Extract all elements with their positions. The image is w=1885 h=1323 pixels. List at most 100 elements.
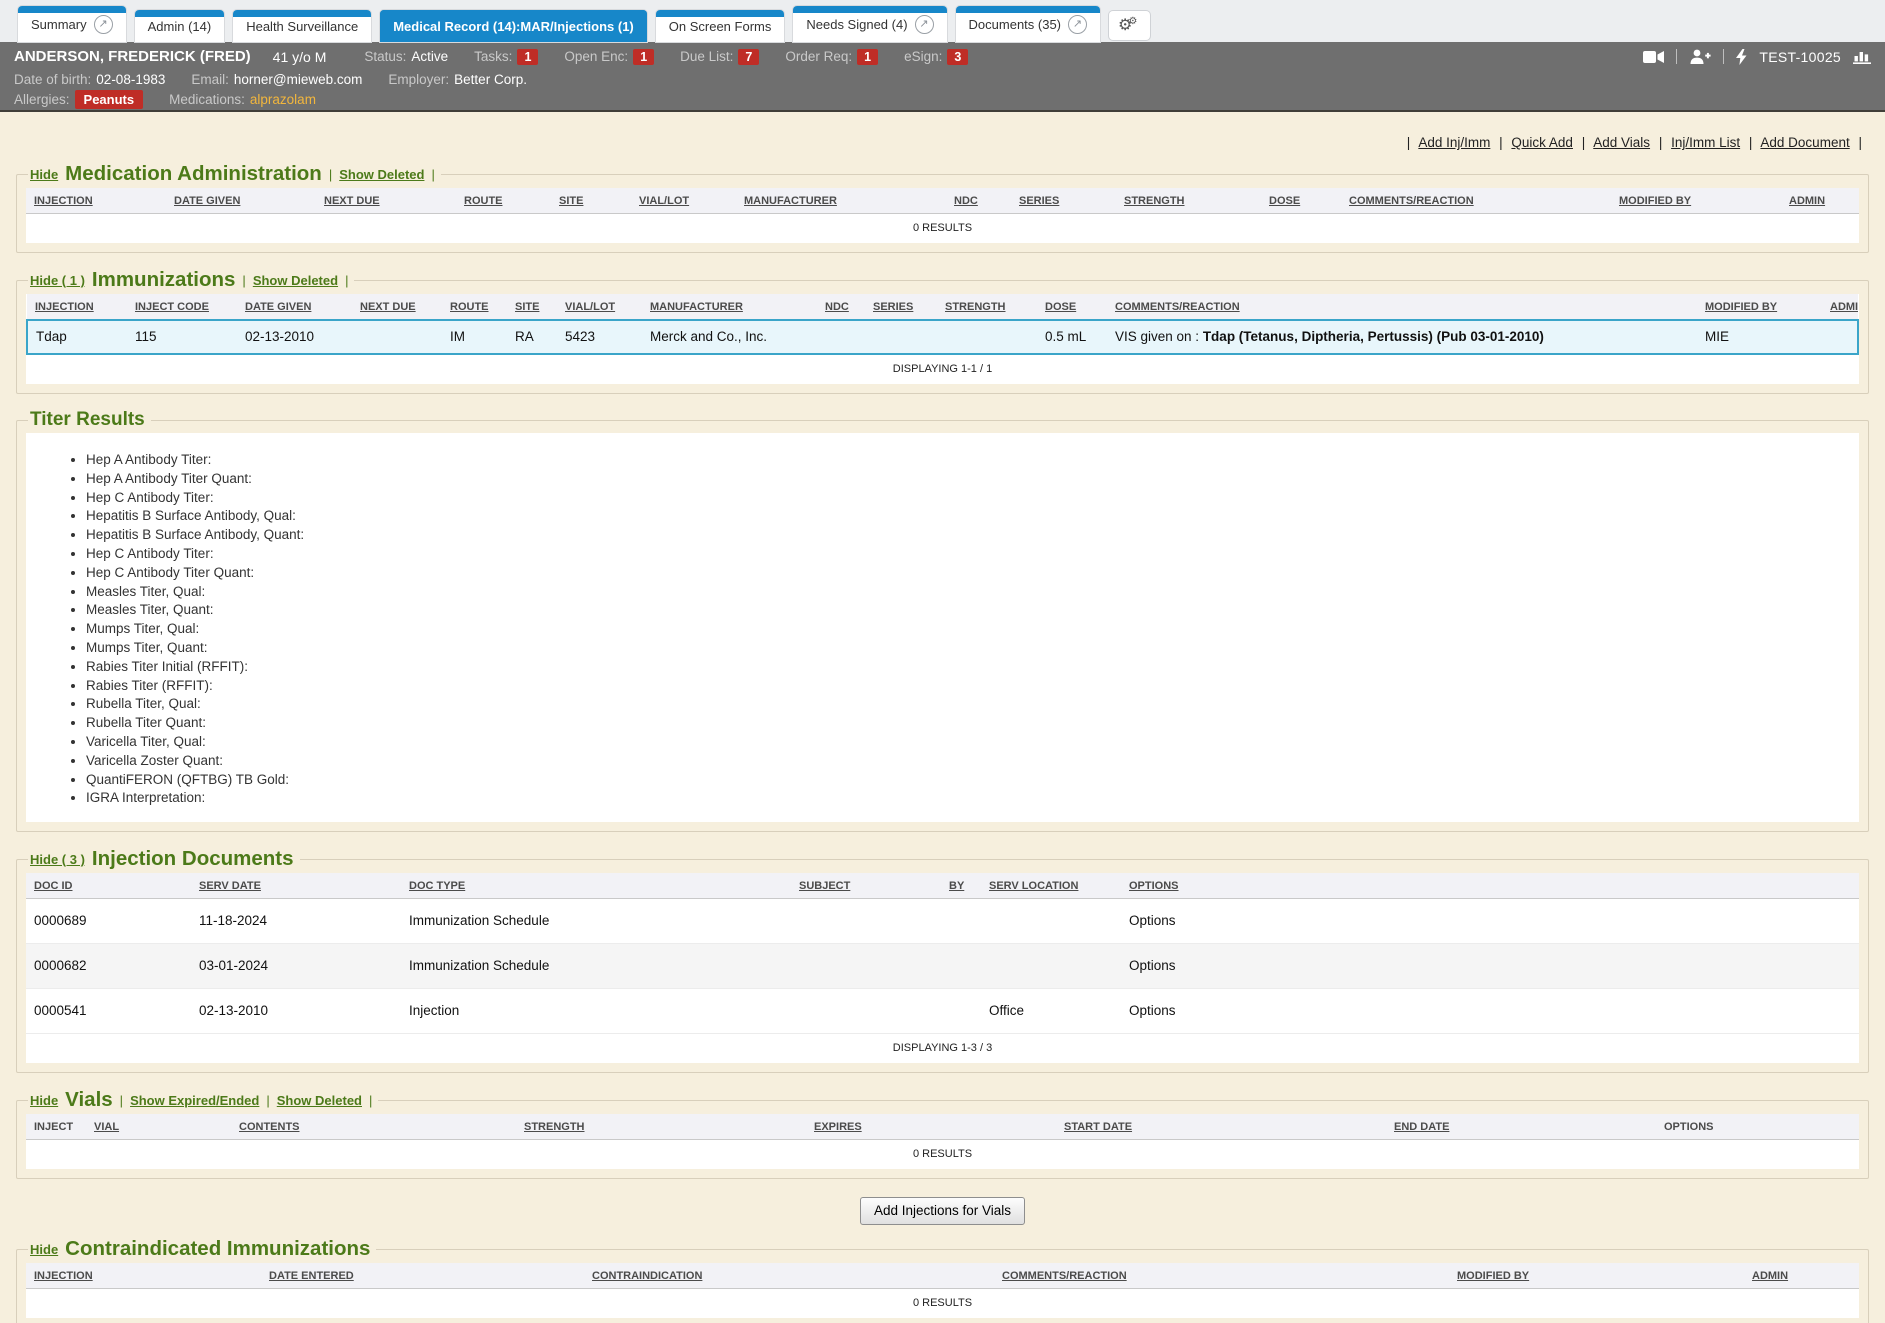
col-modified-by[interactable]: MODIFIED BY xyxy=(1697,294,1822,320)
col-inject-code[interactable]: INJECT CODE xyxy=(127,294,237,320)
tab-summary[interactable]: Summary ↗ xyxy=(18,6,126,42)
col-route[interactable]: ROUTE xyxy=(442,294,507,320)
col-series[interactable]: SERIES xyxy=(1011,188,1116,214)
col-end-date[interactable]: END DATE xyxy=(1386,1114,1656,1140)
col-site[interactable]: SITE xyxy=(551,188,631,214)
col-injection[interactable]: INJECTION xyxy=(26,188,166,214)
cell-date-given: 02-13-2010 xyxy=(237,320,352,354)
gear-small-icon: ⚙ xyxy=(1128,16,1137,27)
immunizations-show-deleted-link[interactable]: Show Deleted xyxy=(253,273,338,288)
add-person-icon[interactable] xyxy=(1689,49,1711,64)
bar-chart-icon[interactable] xyxy=(1853,49,1871,64)
col-manufacturer[interactable]: MANUFACTURER xyxy=(736,188,946,214)
lightning-bolt-icon[interactable] xyxy=(1736,49,1747,65)
immunization-row-tdap[interactable]: Tdap 115 02-13-2010 IM RA 5423 Merck and… xyxy=(27,320,1858,354)
allergy-badge[interactable]: Peanuts xyxy=(75,90,144,109)
col-ndc[interactable]: NDC xyxy=(817,294,865,320)
col-admin[interactable]: ADMIN xyxy=(1744,1263,1859,1289)
col-strength[interactable]: STRENGTH xyxy=(937,294,1037,320)
titer-list: Hep A Antibody Titer: Hep A Antibody Tit… xyxy=(86,451,1855,808)
col-vial-lot[interactable]: VIAL/LOT xyxy=(631,188,736,214)
col-route[interactable]: ROUTE xyxy=(456,188,551,214)
tab-admin[interactable]: Admin (14) xyxy=(135,10,225,42)
col-serv-date[interactable]: SERV DATE xyxy=(191,873,401,899)
vials-show-deleted-link[interactable]: Show Deleted xyxy=(277,1093,362,1108)
tasks-badge[interactable]: 1 xyxy=(517,49,538,65)
col-modified-by[interactable]: MODIFIED BY xyxy=(1611,188,1781,214)
order-req-badge[interactable]: 1 xyxy=(857,49,878,65)
quick-add-link[interactable]: Quick Add xyxy=(1511,135,1573,150)
esign-badge[interactable]: 3 xyxy=(947,49,968,65)
options-menu[interactable]: Options xyxy=(1121,899,1859,944)
add-injections-for-vials-button[interactable]: Add Injections for Vials xyxy=(860,1197,1025,1225)
employer-label: Employer: xyxy=(388,72,449,87)
tab-medical-record-active[interactable]: Medical Record (14):MAR/Injections (1) xyxy=(380,10,647,42)
medications-value[interactable]: alprazolam xyxy=(250,92,316,107)
tab-settings[interactable]: ⚙⚙ xyxy=(1109,11,1150,40)
injection-docs-hide-link[interactable]: Hide ( 3 ) xyxy=(30,852,85,867)
tab-health-surveillance[interactable]: Health Surveillance xyxy=(233,10,371,42)
vials-hide-link[interactable]: Hide xyxy=(30,1093,58,1108)
add-vials-link[interactable]: Add Vials xyxy=(1593,135,1650,150)
col-next-due[interactable]: NEXT DUE xyxy=(316,188,456,214)
col-injection[interactable]: INJECTION xyxy=(26,1263,261,1289)
col-series[interactable]: SERIES xyxy=(865,294,937,320)
col-admin[interactable]: ADMIN xyxy=(1781,188,1859,214)
col-start-date[interactable]: START DATE xyxy=(1056,1114,1386,1140)
due-list-badge[interactable]: 7 xyxy=(738,49,759,65)
video-camera-icon[interactable] xyxy=(1643,50,1664,64)
cell-next-due xyxy=(352,320,442,354)
col-modified-by[interactable]: MODIFIED BY xyxy=(1449,1263,1744,1289)
col-date-given[interactable]: DATE GIVEN xyxy=(237,294,352,320)
col-next-due[interactable]: NEXT DUE xyxy=(352,294,442,320)
col-date-entered[interactable]: DATE ENTERED xyxy=(261,1263,584,1289)
col-injection[interactable]: INJECTION xyxy=(27,294,127,320)
col-subject[interactable]: SUBJECT xyxy=(791,873,941,899)
col-contents[interactable]: CONTENTS xyxy=(231,1114,516,1140)
col-by[interactable]: BY xyxy=(941,873,981,899)
document-row[interactable]: 0000682 03-01-2024 Immunization Schedule… xyxy=(26,944,1859,989)
document-row[interactable]: 0000541 02-13-2010 Injection Office Opti… xyxy=(26,989,1859,1034)
col-comments[interactable]: COMMENTS/REACTION xyxy=(1341,188,1611,214)
col-strength[interactable]: STRENGTH xyxy=(1116,188,1261,214)
col-serv-location[interactable]: SERV LOCATION xyxy=(981,873,1121,899)
col-doc-type[interactable]: DOC TYPE xyxy=(401,873,791,899)
col-date-given[interactable]: DATE GIVEN xyxy=(166,188,316,214)
col-site[interactable]: SITE xyxy=(507,294,557,320)
col-options[interactable]: OPTIONS xyxy=(1121,873,1859,899)
popout-icon[interactable]: ↗ xyxy=(94,15,113,34)
open-enc-badge[interactable]: 1 xyxy=(633,49,654,65)
popout-icon[interactable]: ↗ xyxy=(915,15,934,34)
col-vial[interactable]: VIAL xyxy=(86,1114,231,1140)
options-menu[interactable]: Options xyxy=(1121,944,1859,989)
add-document-link[interactable]: Add Document xyxy=(1760,135,1849,150)
col-contraindication[interactable]: CONTRAINDICATION xyxy=(584,1263,994,1289)
col-expires[interactable]: EXPIRES xyxy=(806,1114,1056,1140)
col-vial-lot[interactable]: VIAL/LOT xyxy=(557,294,642,320)
popout-icon[interactable]: ↗ xyxy=(1068,15,1087,34)
col-manufacturer[interactable]: MANUFACTURER xyxy=(642,294,817,320)
col-admin[interactable]: ADMIN xyxy=(1822,294,1858,320)
titer-item: Varicella Titer, Qual: xyxy=(86,733,1855,752)
tab-needs-signed[interactable]: Needs Signed (4) ↗ xyxy=(793,6,946,42)
cell-admin xyxy=(1822,320,1858,354)
col-ndc[interactable]: NDC xyxy=(946,188,1011,214)
document-row[interactable]: 0000689 11-18-2024 Immunization Schedule… xyxy=(26,899,1859,944)
med-admin-show-deleted-link[interactable]: Show Deleted xyxy=(339,167,424,182)
med-admin-hide-link[interactable]: Hide xyxy=(30,167,58,182)
col-dose[interactable]: DOSE xyxy=(1037,294,1107,320)
options-menu[interactable]: Options xyxy=(1121,989,1859,1034)
col-strength[interactable]: STRENGTH xyxy=(516,1114,806,1140)
tab-documents[interactable]: Documents (35) ↗ xyxy=(956,6,1100,42)
col-doc-id[interactable]: DOC ID xyxy=(26,873,191,899)
col-comments[interactable]: COMMENTS/REACTION xyxy=(994,1263,1449,1289)
tab-health-surveillance-label: Health Surveillance xyxy=(246,19,358,34)
contraindicated-hide-link[interactable]: Hide xyxy=(30,1242,58,1257)
tab-on-screen-forms[interactable]: On Screen Forms xyxy=(656,10,785,42)
col-dose[interactable]: DOSE xyxy=(1261,188,1341,214)
vials-show-expired-link[interactable]: Show Expired/Ended xyxy=(130,1093,259,1108)
col-comments[interactable]: COMMENTS/REACTION xyxy=(1107,294,1697,320)
immunizations-hide-link[interactable]: Hide ( 1 ) xyxy=(30,273,85,288)
inj-imm-list-link[interactable]: Inj/Imm List xyxy=(1671,135,1740,150)
add-inj-imm-link[interactable]: Add Inj/Imm xyxy=(1418,135,1490,150)
